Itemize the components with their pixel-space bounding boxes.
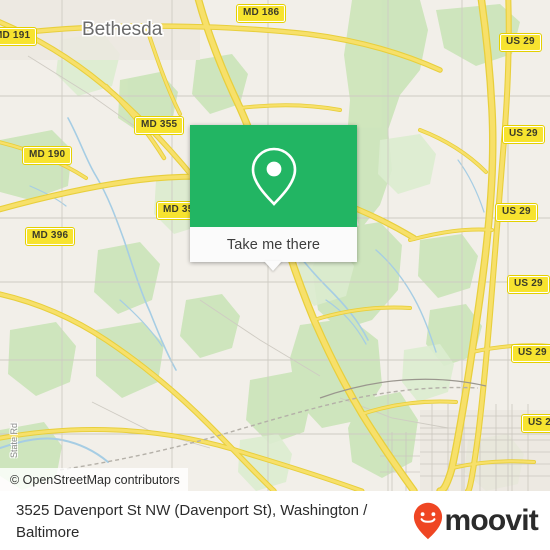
footer-bar: 3525 Davenport St NW (Davenport St), Was… bbox=[0, 491, 550, 550]
place-label-bethesda: Bethesda bbox=[82, 19, 163, 40]
street-label-rotated: State Rd bbox=[9, 422, 19, 458]
moovit-wordmark: moovit bbox=[444, 504, 538, 537]
destination-popup-card[interactable]: Take me there bbox=[190, 125, 357, 271]
road-shield-us-29[interactable]: US 29 bbox=[511, 344, 550, 363]
take-me-there-label: Take me there bbox=[226, 236, 321, 253]
road-shield-us-29[interactable]: US 29 bbox=[521, 414, 550, 433]
road-shield-us-29[interactable]: US 29 bbox=[499, 33, 542, 52]
road-shield-md-191[interactable]: MD 191 bbox=[0, 27, 38, 46]
map-pin-icon bbox=[251, 147, 296, 206]
osm-attribution[interactable]: © OpenStreetMap contributors bbox=[0, 468, 188, 491]
osm-attribution-text: © OpenStreetMap contributors bbox=[10, 472, 180, 487]
road-shield-md-186[interactable]: MD 186 bbox=[235, 4, 287, 23]
popup-icon-area bbox=[190, 125, 357, 227]
road-shield-us-29[interactable]: US 29 bbox=[502, 125, 545, 144]
moovit-logo[interactable]: moovit bbox=[413, 500, 539, 540]
road-shield-us-29[interactable]: US 29 bbox=[495, 203, 538, 222]
screenshot-root: Bethesda State Rd MD 186 US 29 MD 191 MD… bbox=[0, 0, 550, 550]
road-shield-md-190[interactable]: MD 190 bbox=[21, 146, 73, 165]
popup-cta-area[interactable]: Take me there bbox=[190, 227, 357, 262]
map-canvas[interactable]: Bethesda State Rd MD 186 US 29 MD 191 MD… bbox=[0, 0, 550, 491]
moovit-pin-icon bbox=[414, 502, 443, 540]
address-caption: 3525 Davenport St NW (Davenport St), Was… bbox=[16, 502, 368, 541]
road-shield-us-29[interactable]: US 29 bbox=[507, 275, 550, 294]
popup-pointer-tail bbox=[264, 261, 282, 271]
road-shield-md-355[interactable]: MD 355 bbox=[133, 116, 185, 135]
road-shield-md-396[interactable]: MD 396 bbox=[24, 227, 76, 246]
